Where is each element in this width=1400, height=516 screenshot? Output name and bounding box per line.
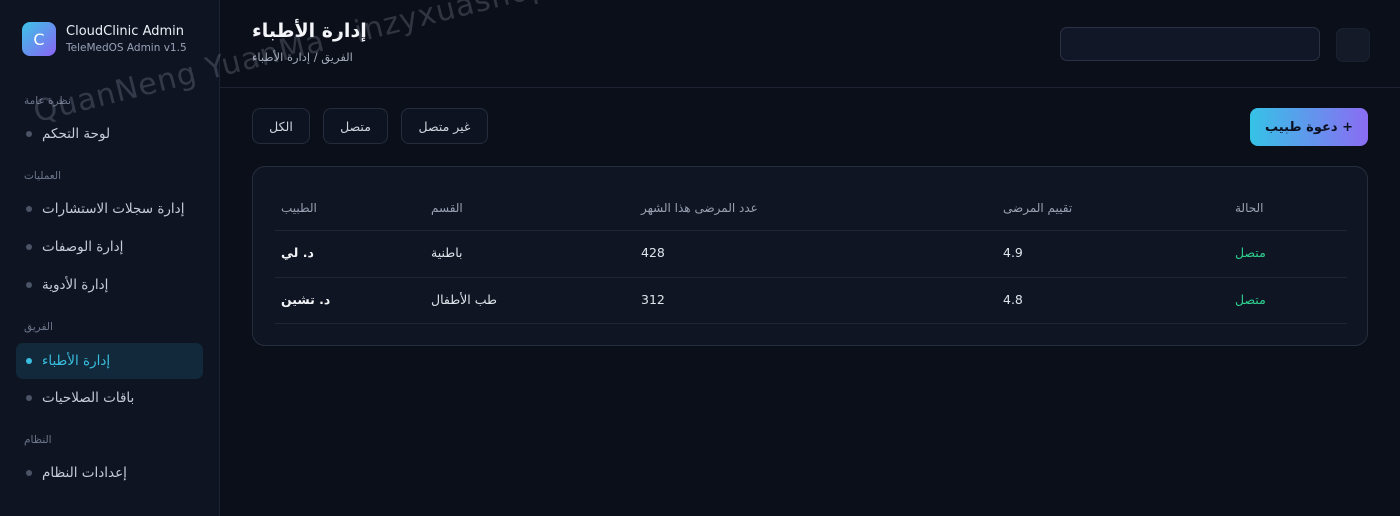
filter-online-button[interactable]: متصل bbox=[323, 108, 388, 144]
bullet-icon bbox=[26, 470, 32, 476]
cell-department: باطنية bbox=[431, 245, 463, 260]
row-divider bbox=[275, 323, 1347, 324]
nav-section-operations: العمليات bbox=[24, 170, 61, 182]
column-header-doctor[interactable]: الطبيب bbox=[281, 201, 317, 215]
bullet-icon bbox=[26, 206, 32, 212]
nav-section-team: الفريق bbox=[24, 321, 53, 333]
bullet-icon bbox=[26, 358, 32, 364]
nav-section-system: النظام bbox=[24, 434, 52, 446]
cell-patients: 312 bbox=[641, 292, 665, 307]
sidebar-item-doctors[interactable]: إدارة الأطباء bbox=[16, 343, 203, 379]
doctors-table: الطبيب القسم عدد المرضى هذا الشهر تقييم … bbox=[252, 166, 1368, 346]
sidebar-item-label: إعدادات النظام bbox=[42, 465, 127, 481]
header-action-button[interactable] bbox=[1336, 28, 1370, 62]
sidebar-item-consultations[interactable]: إدارة سجلات الاستشارات bbox=[16, 191, 203, 227]
filter-offline-button[interactable]: غير متصل bbox=[401, 108, 488, 144]
column-header-department[interactable]: القسم bbox=[431, 201, 463, 215]
cell-rating: 4.8 bbox=[1003, 292, 1023, 307]
brand-subtitle: TeleMedOS Admin v1.5 bbox=[66, 41, 187, 54]
cell-patients: 428 bbox=[641, 245, 665, 260]
status-badge: متصل bbox=[1235, 292, 1266, 307]
bullet-icon bbox=[26, 244, 32, 250]
cell-department: طب الأطفال bbox=[431, 292, 497, 307]
sidebar-item-medicines[interactable]: إدارة الأدوية bbox=[16, 267, 203, 303]
sidebar-item-label: إدارة الوصفات bbox=[42, 239, 124, 255]
brand-logo: C bbox=[22, 22, 56, 56]
invite-doctor-button[interactable]: دعوة طبيب + bbox=[1250, 108, 1368, 146]
status-badge: متصل bbox=[1235, 245, 1266, 260]
bullet-icon bbox=[26, 395, 32, 401]
brand-title: CloudClinic Admin bbox=[66, 23, 184, 39]
sidebar-item-label: لوحة التحكم bbox=[42, 126, 111, 142]
sidebar-item-settings[interactable]: إعدادات النظام bbox=[16, 455, 203, 491]
search-input[interactable] bbox=[1060, 27, 1320, 61]
bullet-icon bbox=[26, 282, 32, 288]
cell-rating: 4.9 bbox=[1003, 245, 1023, 260]
header-divider bbox=[275, 230, 1347, 231]
sidebar-item-label: إدارة الأدوية bbox=[42, 277, 109, 293]
cell-doctor: د. لي bbox=[281, 245, 314, 260]
bullet-icon bbox=[26, 131, 32, 137]
row-divider bbox=[275, 277, 1347, 278]
filter-all-button[interactable]: الكل bbox=[252, 108, 310, 144]
sidebar-item-label: إدارة الأطباء bbox=[42, 353, 111, 369]
column-header-patients[interactable]: عدد المرضى هذا الشهر bbox=[641, 201, 758, 215]
brand[interactable]: C CloudClinic Admin TeleMedOS Admin v1.5 bbox=[22, 22, 187, 56]
sidebar-item-label: باقات الصلاحيات bbox=[42, 390, 135, 406]
cell-doctor: د. تشين bbox=[281, 292, 331, 307]
sidebar-item-permissions[interactable]: باقات الصلاحيات bbox=[16, 380, 203, 416]
column-header-status[interactable]: الحالة bbox=[1235, 201, 1263, 215]
sidebar-item-prescriptions[interactable]: إدارة الوصفات bbox=[16, 229, 203, 265]
sidebar-item-label: إدارة سجلات الاستشارات bbox=[42, 201, 185, 217]
column-header-rating[interactable]: تقييم المرضى bbox=[1003, 201, 1072, 215]
